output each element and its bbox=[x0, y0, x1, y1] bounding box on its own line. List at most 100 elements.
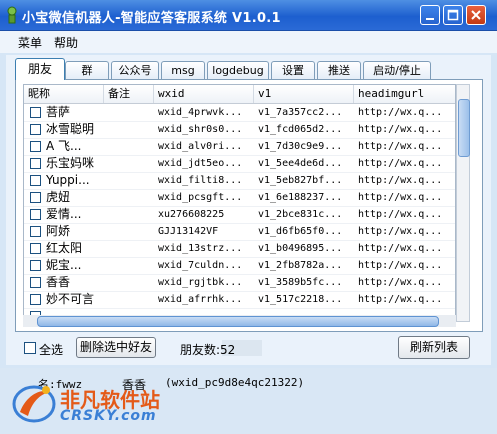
row-checkbox[interactable] bbox=[30, 226, 41, 237]
row-checkbox[interactable] bbox=[30, 209, 41, 220]
cell-v1: v1_5ee4de6d... bbox=[258, 158, 343, 169]
tab-push[interactable]: 推送 bbox=[317, 61, 361, 79]
table-row[interactable]: 爱情... xu276608225 v1_2bce831c... http://wx.… bbox=[24, 206, 455, 224]
row-checkbox[interactable] bbox=[30, 141, 41, 152]
refresh-list-button[interactable]: 刷新列表 bbox=[398, 336, 470, 359]
column-header-headimgurl[interactable]: headimgurl bbox=[354, 85, 455, 103]
column-header-remark[interactable]: 备注 bbox=[104, 85, 154, 103]
tab-groups[interactable]: 群 bbox=[65, 61, 109, 79]
row-checkbox[interactable] bbox=[30, 175, 41, 186]
cell-head: http://wx.q... bbox=[358, 277, 443, 288]
cell-nick: 菩萨 bbox=[46, 105, 71, 119]
cell-v1: v1_517c2218... bbox=[258, 294, 343, 305]
table-row[interactable]: 冰雪聪明 wxid_shr0s0... v1_fcd065d2... http://w… bbox=[24, 121, 455, 139]
cell-wxid: wxid_filti8... bbox=[158, 175, 243, 186]
column-header-v1[interactable]: v1 bbox=[254, 85, 354, 103]
cell-nick: 阿娇 bbox=[46, 224, 71, 238]
table-row[interactable]: 菩萨 wxid_4prwvk... v1_7a357cc2... http://wx.… bbox=[24, 104, 455, 122]
cell-wxid: wxid_13strz... bbox=[158, 243, 243, 254]
row-checkbox[interactable] bbox=[30, 124, 41, 135]
cell-head: http://wx.q... bbox=[358, 124, 443, 135]
account-wxid: (wxid_pc9d8e4qc21322) bbox=[165, 376, 305, 389]
cell-wxid: wxid_pcsgft... bbox=[158, 192, 243, 203]
table-row[interactable]: 妙不可言 wxid_afrrhk... v1_517c2218... http://w… bbox=[24, 291, 455, 309]
tab-logdebug[interactable]: logdebug bbox=[207, 61, 269, 79]
maximize-button[interactable] bbox=[443, 5, 463, 25]
cell-nick: A 飞... bbox=[46, 139, 82, 153]
menu-bar: 菜单 帮助 bbox=[0, 31, 497, 53]
friends-table: 昵称 备注 wxid v1 headimgurl 菩萨 wxid_4prwvk..… bbox=[23, 84, 456, 322]
row-checkbox[interactable] bbox=[30, 260, 41, 271]
cell-wxid: GJJ13142VF bbox=[158, 226, 219, 237]
column-header-nickname[interactable]: 昵称 bbox=[24, 85, 104, 103]
cell-nick: 冰雪聪明 bbox=[46, 122, 95, 136]
delete-selected-friends-button[interactable]: 删除选中好友 bbox=[76, 337, 156, 358]
table-row[interactable]: A 飞... wxid_alv0ri... v1_7d30c9e9... http:/… bbox=[24, 138, 455, 156]
cell-v1: v1_d6fb65f0... bbox=[258, 226, 343, 237]
watermark-logo-icon bbox=[12, 385, 56, 423]
horizontal-scrollbar[interactable] bbox=[23, 315, 456, 327]
cell-v1: v1_2fb8782a... bbox=[258, 260, 343, 271]
menu-main[interactable]: 菜单 bbox=[18, 34, 42, 51]
cell-remark bbox=[104, 138, 154, 155]
cell-remark bbox=[104, 206, 154, 223]
cell-wxid: wxid_rgjtbk... bbox=[158, 277, 243, 288]
row-checkbox[interactable] bbox=[30, 192, 41, 203]
minimize-icon bbox=[426, 18, 434, 20]
scrollbar-thumb[interactable] bbox=[458, 99, 470, 157]
tab-friends[interactable]: 朋友 bbox=[15, 58, 65, 80]
select-all-label: 全选 bbox=[39, 343, 64, 357]
select-all-checkbox[interactable] bbox=[24, 342, 36, 354]
cell-wxid: wxid_4prwvk... bbox=[158, 107, 243, 118]
row-checkbox[interactable] bbox=[30, 277, 41, 288]
cell-nick: 妮宝... bbox=[46, 258, 82, 272]
table-row[interactable]: Yuppi... wxid_filti8... v1_5eb827bf... http… bbox=[24, 172, 455, 190]
cell-wxid: wxid_alv0ri... bbox=[158, 141, 243, 152]
column-header-wxid[interactable]: wxid bbox=[154, 85, 254, 103]
tab-msg[interactable]: msg bbox=[161, 61, 205, 79]
cell-v1: v1_b0496895... bbox=[258, 243, 343, 254]
app-icon bbox=[7, 6, 17, 24]
cell-remark bbox=[104, 291, 154, 308]
cell-v1: v1_7d30c9e9... bbox=[258, 141, 343, 152]
cell-nick: 乐宝妈咪 bbox=[46, 156, 95, 170]
friend-count: 朋友数:52 bbox=[180, 343, 236, 357]
watermark-url: CRSKY.com bbox=[60, 408, 157, 424]
table-row[interactable]: 乐宝妈咪 wxid_jdt5eo... v1_5ee4de6d... http://w… bbox=[24, 155, 455, 173]
row-checkbox[interactable] bbox=[30, 158, 41, 169]
table-row[interactable]: 红太阳 wxid_13strz... v1_b0496895... http://wx… bbox=[24, 240, 455, 258]
cell-wxid: xu276608225 bbox=[158, 209, 225, 220]
menu-help[interactable]: 帮助 bbox=[54, 34, 78, 51]
window-title: 小宝微信机器人-智能应答客服系统 V1.0.1 bbox=[22, 11, 281, 26]
tab-official-accounts[interactable]: 公众号 bbox=[111, 61, 159, 79]
cell-v1: v1_3589b5fc... bbox=[258, 277, 343, 288]
table-row[interactable]: 妮宝... wxid_7culdn... v1_2fb8782a... http://… bbox=[24, 257, 455, 275]
cell-head: http://wx.q... bbox=[358, 175, 443, 186]
cell-head: http://wx.q... bbox=[358, 107, 443, 118]
minimize-button[interactable] bbox=[420, 5, 440, 25]
table-row[interactable]: 香香 wxid_rgjtbk... v1_3589b5fc... http://wx.… bbox=[24, 274, 455, 292]
cell-v1: v1_5eb827bf... bbox=[258, 175, 343, 186]
cell-v1: v1_2bce831c... bbox=[258, 209, 343, 220]
close-icon bbox=[471, 10, 481, 20]
row-checkbox[interactable] bbox=[30, 107, 41, 118]
cell-head: http://wx.q... bbox=[358, 243, 443, 254]
row-checkbox[interactable] bbox=[30, 294, 41, 305]
cell-head: http://wx.q... bbox=[358, 226, 443, 237]
cell-nick: 虎妞 bbox=[46, 190, 71, 204]
table-row[interactable]: 虎妞 wxid_pcsgft... v1_6e188237... http://wx.… bbox=[24, 189, 455, 207]
table-row[interactable]: 阿娇 GJJ13142VF v1_d6fb65f0... http://wx.q... bbox=[24, 223, 455, 241]
cell-head: http://wx.q... bbox=[358, 141, 443, 152]
horizontal-scrollbar-thumb[interactable] bbox=[37, 316, 439, 327]
close-button[interactable] bbox=[466, 5, 486, 25]
tab-settings[interactable]: 设置 bbox=[271, 61, 315, 79]
cell-wxid: wxid_jdt5eo... bbox=[158, 158, 243, 169]
cell-wxid: wxid_afrrhk... bbox=[158, 294, 243, 305]
cell-head: http://wx.q... bbox=[358, 192, 443, 203]
cell-wxid: wxid_shr0s0... bbox=[158, 124, 243, 135]
row-checkbox[interactable] bbox=[30, 243, 41, 254]
cell-nick: 妙不可言 bbox=[46, 292, 95, 306]
vertical-scrollbar[interactable] bbox=[456, 84, 470, 322]
cell-remark bbox=[104, 104, 154, 121]
tab-start-stop[interactable]: 启动/停止 bbox=[363, 61, 431, 79]
